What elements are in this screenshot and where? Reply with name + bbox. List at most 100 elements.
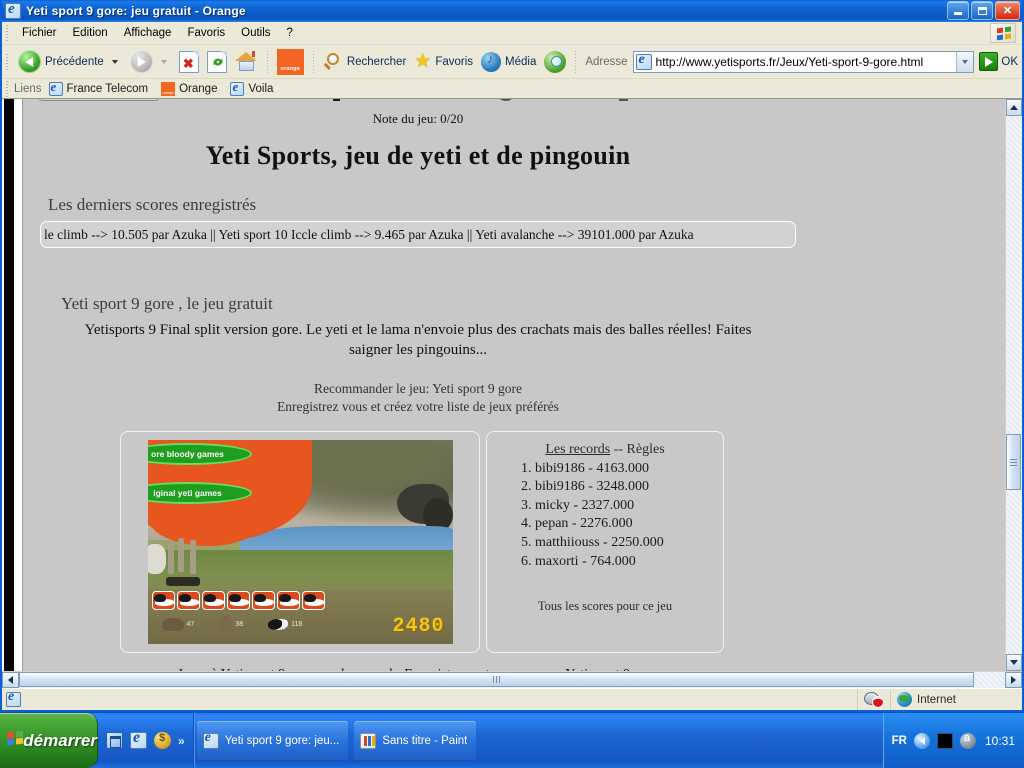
menu-edition[interactable]: Edition xyxy=(65,25,116,41)
close-button[interactable]: ✕ xyxy=(995,1,1020,20)
game-overlay-button-original[interactable]: iginal yeti games xyxy=(147,481,252,504)
horizontal-scroll-track[interactable] xyxy=(19,672,1005,688)
scores-ticker-text: le climb --> 10.505 par Azuka || Yeti sp… xyxy=(44,226,694,242)
menu-favoris[interactable]: Favoris xyxy=(179,25,233,41)
link-france-telecom[interactable]: France Telecom xyxy=(48,79,148,96)
record-text: pepan - 2276.000 xyxy=(535,516,633,532)
game-ammo-slots xyxy=(151,590,325,610)
taskbar-item-label: Sans titre - Paint xyxy=(382,734,468,747)
record-row: 5. matthiiouss - 2250.000 xyxy=(517,534,711,553)
ie-page-icon xyxy=(6,689,21,707)
address-input[interactable]: http://www.yetisports.fr/Jeux/Yeti-sport… xyxy=(632,50,975,73)
acrobat-icon[interactable] xyxy=(959,732,976,749)
taskbar-item-browser[interactable]: Yeti sport 9 gore: jeu... xyxy=(196,720,349,761)
tray-clock[interactable]: 10:31 xyxy=(985,734,1015,748)
coin-icon[interactable] xyxy=(154,732,171,749)
game-panel: ore bloody games iginal yeti games 47 38… xyxy=(120,430,480,653)
clipped-header-row xyxy=(23,99,813,107)
windows-logo-icon xyxy=(990,23,1016,43)
home-button[interactable] xyxy=(231,48,262,76)
menu-affichage[interactable]: Affichage xyxy=(116,25,180,41)
register-link[interactable]: Enregistrez vous et créez votre liste de… xyxy=(23,399,813,415)
refresh-button[interactable] xyxy=(203,48,231,76)
orange-logo-icon: orange xyxy=(276,48,304,75)
scroll-left-button[interactable] xyxy=(2,672,19,688)
game-stat-1: 47 xyxy=(161,617,194,631)
toolbar-grip[interactable] xyxy=(4,53,11,70)
black-square-icon[interactable] xyxy=(936,732,953,749)
link-orange[interactable]: orange Orange xyxy=(161,81,217,96)
back-button[interactable]: Précédente xyxy=(14,48,126,76)
recommend-link[interactable]: Recommander le jeu: Yeti sport 9 gore xyxy=(23,381,813,397)
address-dropdown-button[interactable] xyxy=(956,51,974,72)
scores-ticker: le climb --> 10.505 par Azuka || Yeti sp… xyxy=(40,221,796,248)
back-label: Précédente xyxy=(45,55,104,68)
game-ammo-slot xyxy=(151,590,175,610)
game-embed[interactable]: ore bloody games iginal yeti games 47 38… xyxy=(147,439,453,644)
page-content: Note du jeu: 0/20 Yeti Sports, jeu de ye… xyxy=(22,99,1005,671)
quick-launch-bar: » xyxy=(98,713,194,768)
record-row: 1. bibi9186 - 4163.000 xyxy=(517,460,711,479)
tray-language-indicator[interactable]: FR xyxy=(892,735,907,747)
back-arrow-icon xyxy=(18,50,41,73)
record-rank: 1. xyxy=(521,460,532,476)
game-white-blob xyxy=(147,543,166,574)
panels-row: ore bloody games iginal yeti games 47 38… xyxy=(120,430,813,653)
page-title: Yeti Sports, jeu de yeti et de pingouin xyxy=(205,141,631,170)
media-note-icon xyxy=(481,51,502,72)
links-grip[interactable] xyxy=(4,80,11,97)
horizontal-scroll-thumb[interactable] xyxy=(19,672,974,687)
vertical-scroll-thumb[interactable] xyxy=(1006,434,1021,490)
scroll-right-button[interactable] xyxy=(1005,672,1022,688)
all-scores-link[interactable]: Tous les scores pour ce jeu xyxy=(499,599,711,614)
back-dropdown-icon[interactable] xyxy=(111,59,118,64)
clipped-glyph-1 xyxy=(333,99,340,101)
window-controls: ✕ xyxy=(947,1,1020,20)
volume-icon[interactable] xyxy=(913,732,930,749)
toolbar-separator xyxy=(266,50,268,73)
game-stat-3-value: 118 xyxy=(291,620,303,628)
minimize-button[interactable] xyxy=(947,1,969,20)
scroll-down-button[interactable] xyxy=(1006,654,1022,671)
link-voila[interactable]: Voila xyxy=(230,79,273,96)
vertical-scroll-track[interactable] xyxy=(1006,116,1022,654)
start-button[interactable]: démarrer xyxy=(0,713,98,768)
go-button[interactable]: OK xyxy=(979,52,1018,71)
penguin-icon xyxy=(268,618,289,630)
internet-explorer-icon[interactable] xyxy=(130,729,147,749)
records-rules-link[interactable]: -- Règles xyxy=(614,442,665,457)
menu-fichier[interactable]: Fichier xyxy=(14,25,65,41)
address-bar: Adresse http://www.yetisports.fr/Jeux/Ye… xyxy=(585,50,1022,73)
favorites-button[interactable]: ★ Favoris xyxy=(410,48,477,76)
forward-button[interactable] xyxy=(126,48,175,76)
stop-button[interactable]: ✖ xyxy=(175,48,203,76)
forward-dropdown-icon[interactable] xyxy=(160,59,167,64)
menu-help[interactable]: ? xyxy=(279,25,301,41)
toolbar-separator-2 xyxy=(312,50,314,73)
show-desktop-icon[interactable] xyxy=(106,732,123,749)
menu-grip[interactable] xyxy=(4,25,11,41)
menu-outils[interactable]: Outils xyxy=(233,25,278,41)
taskbar: démarrer » Yeti sport 9 gore: jeu... San… xyxy=(0,712,1024,768)
records-title[interactable]: Les records xyxy=(545,442,610,457)
star-icon: ★ xyxy=(414,50,432,72)
history-button[interactable] xyxy=(540,48,570,76)
game-overlay-button-bloody[interactable]: ore bloody games xyxy=(147,442,252,465)
clipped-button-stub[interactable] xyxy=(39,99,159,101)
game-stat-3: 118 xyxy=(268,618,303,630)
quick-launch-more-button[interactable]: » xyxy=(178,734,185,748)
vertical-scrollbar[interactable] xyxy=(1005,99,1022,671)
media-button[interactable]: Média xyxy=(477,48,540,76)
horizontal-scrollbar[interactable] xyxy=(2,671,1022,688)
record-rank: 3. xyxy=(521,497,532,513)
record-rank: 5. xyxy=(521,534,532,550)
orange-portal-button[interactable]: orange xyxy=(273,48,308,76)
maximize-button[interactable] xyxy=(971,1,993,20)
taskbar-item-paint[interactable]: Sans titre - Paint xyxy=(354,720,477,761)
scroll-up-button[interactable] xyxy=(1006,99,1022,116)
search-button[interactable]: Rechercher xyxy=(319,48,410,76)
record-text: bibi9186 - 3248.000 xyxy=(535,479,649,495)
play-links[interactable]: Jouer à Yeti sport 9 gore en plus grand … xyxy=(23,667,813,672)
page-viewport: Note du jeu: 0/20 Yeti Sports, jeu de ye… xyxy=(2,99,1005,671)
game-lama xyxy=(165,537,204,586)
